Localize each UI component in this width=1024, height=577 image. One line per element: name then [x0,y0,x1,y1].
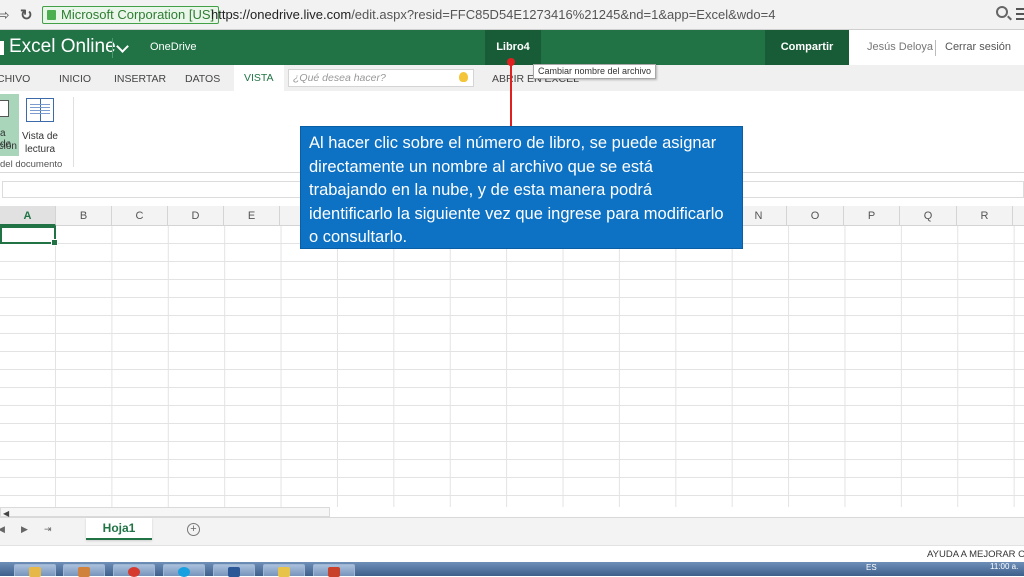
taskbar-chrome-button[interactable] [113,564,155,577]
cell-grid[interactable] [0,226,1024,507]
ribbon-group-divider [73,97,74,167]
header-divider [112,38,113,58]
column-header-p[interactable]: P [844,206,900,226]
tab-inicio[interactable]: INICIO [59,73,91,85]
tell-me-input[interactable] [293,71,453,85]
taskbar-media-button[interactable] [63,564,105,577]
sheet-next-icon[interactable]: ▶ [21,524,28,535]
page-icon [0,100,9,117]
browser-address-bar: ⇨ ↻ Microsoft Corporation [US] https://o… [0,0,1024,30]
sheet-last-icon[interactable]: ⇥ [44,524,52,535]
horizontal-scrollbar[interactable]: ◀ [0,507,330,518]
app-name[interactable]: Excel Online [9,36,116,58]
column-header-o[interactable]: O [787,206,844,226]
column-header-q[interactable]: Q [900,206,957,226]
chevron-down-icon[interactable] [116,40,129,53]
editing-view-button[interactable]: a de ción [0,94,19,156]
url-path: /edit.aspx?resid=FFC85D54E1273416%21245&… [351,7,776,22]
column-header-d[interactable]: D [168,206,224,226]
reading-view-button[interactable]: Vista de lectura [20,94,60,156]
annotation-pointer-line [510,63,512,127]
windows-taskbar: ES 11:00 a. [0,562,1024,577]
taskbar-skype-button[interactable] [163,564,205,577]
status-bar: AYUDA A MEJORAR OFFICE [0,545,1024,562]
reload-icon[interactable]: ↻ [20,6,33,24]
lock-icon [47,10,56,20]
ev-certificate-badge[interactable]: Microsoft Corporation [US] [42,6,220,24]
column-header-b[interactable]: B [56,206,112,226]
column-header-e[interactable]: E [224,206,280,226]
ribbon-group-label: del documento [0,159,63,170]
taskbar-explorer-button[interactable] [14,564,56,577]
onedrive-link[interactable]: OneDrive [150,41,196,53]
column-header-r[interactable]: R [957,206,1013,226]
selected-cell[interactable] [0,226,58,246]
add-sheet-icon[interactable]: + [187,523,200,536]
tab-archivo[interactable]: CHIVO [0,73,30,85]
tab-vista[interactable]: VISTA [234,65,284,91]
browser-menu-icon[interactable] [1016,8,1024,20]
help-improve-link[interactable]: AYUDA A MEJORAR OFFICE [927,549,1024,560]
taskbar-files-button[interactable] [263,564,305,577]
user-name[interactable]: Jesús Deloya [867,41,933,53]
annotation-callout: Al hacer clic sobre el número de libro, … [300,126,743,249]
taskbar-powerpoint-button[interactable] [313,564,355,577]
language-indicator[interactable]: ES [866,563,877,572]
url-host: https://onedrive.live.com [211,7,352,22]
column-header-a[interactable]: A [0,206,56,226]
url-field[interactable]: https://onedrive.live.com/edit.aspx?resi… [211,6,775,24]
forward-arrow-icon[interactable]: ⇨ [0,6,10,24]
app-launcher-icon[interactable] [0,41,4,55]
share-button[interactable]: Compartir [765,30,849,65]
column-header-c[interactable]: C [112,206,168,226]
logout-link[interactable]: Cerrar sesión [945,41,1011,53]
reading-view-label: Vista de lectura [22,131,58,155]
editing-view-label-2: ción [0,141,17,152]
sheet-tabs-bar: ◀ ▶ ⇥ Hoja1 + [0,517,1024,545]
tab-datos[interactable]: DATOS [185,73,220,85]
tell-me-box[interactable] [288,69,474,87]
sheet-tab-hoja1[interactable]: Hoja1 [86,518,152,540]
sheet-prev-icon[interactable]: ◀ [0,524,5,535]
system-clock[interactable]: 11:00 a. [990,562,1018,571]
book-icon [26,98,54,122]
rename-file-tooltip: Cambiar nombre del archivo [533,64,657,79]
lightbulb-icon [459,72,468,82]
ev-certificate-label: Microsoft Corporation [US] [61,7,215,22]
taskbar-word-button[interactable] [213,564,255,577]
zoom-icon[interactable] [996,6,1008,18]
user-divider [935,40,936,56]
tab-insertar[interactable]: INSERTAR [114,73,166,85]
